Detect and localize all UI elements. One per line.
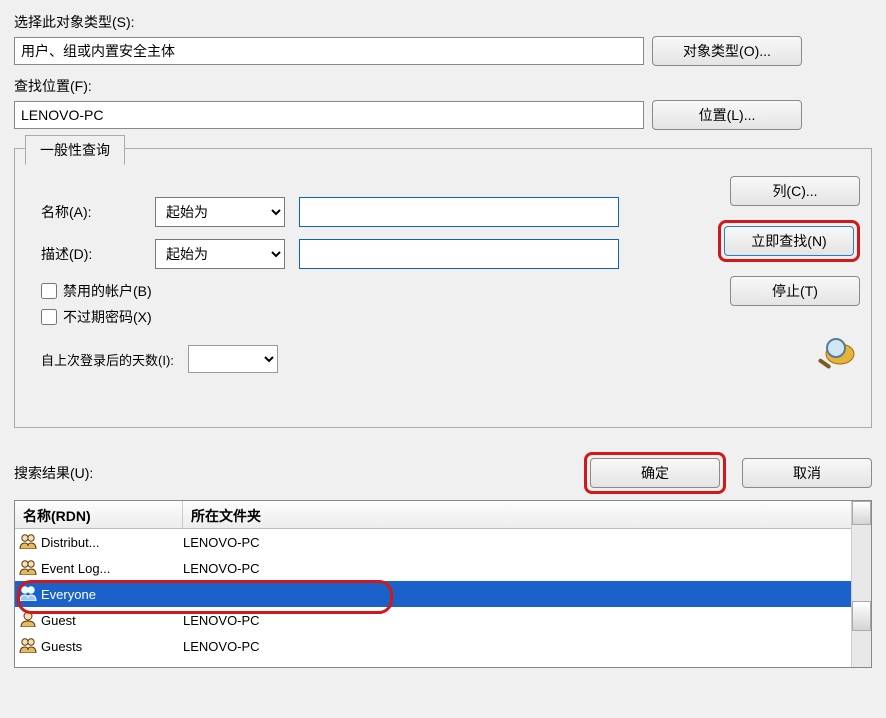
days-since-login-combo[interactable] <box>188 345 278 373</box>
scroll-up-icon[interactable] <box>852 501 871 525</box>
group-icon <box>19 585 37 604</box>
name-label: 名称(A): <box>41 202 141 222</box>
result-folder: LENOVO-PC <box>183 535 871 550</box>
search-results-label: 搜索结果(U): <box>14 463 568 483</box>
non-expiring-pw-label: 不过期密码(X) <box>63 307 152 327</box>
table-row[interactable]: Distribut... LENOVO-PC <box>15 529 871 555</box>
disabled-accounts-label: 禁用的帐户(B) <box>63 281 152 301</box>
days-since-login-label: 自上次登录后的天数(I): <box>41 350 174 369</box>
non-expiring-pw-checkbox[interactable] <box>41 309 57 325</box>
desc-input[interactable] <box>299 239 619 269</box>
stop-button[interactable]: 停止(T) <box>730 276 860 306</box>
table-row[interactable]: Guest LENOVO-PC <box>15 607 871 633</box>
result-name: Event Log... <box>41 561 110 576</box>
column-name-header[interactable]: 名称(RDN) <box>15 501 183 528</box>
lookup-location-label: 查找位置(F): <box>14 76 872 96</box>
object-types-button[interactable]: 对象类型(O)... <box>652 36 802 66</box>
table-row[interactable]: Event Log... LENOVO-PC <box>15 555 871 581</box>
group-icon <box>19 559 37 578</box>
object-type-label: 选择此对象类型(S): <box>14 12 872 32</box>
table-row[interactable]: Guests LENOVO-PC <box>15 633 871 659</box>
object-type-field[interactable]: 用户、组或内置安全主体 <box>14 37 644 65</box>
column-folder-header[interactable]: 所在文件夹 <box>183 501 871 528</box>
desc-match-combo[interactable]: 起始为 <box>155 239 285 269</box>
scroll-thumb[interactable] <box>852 601 871 631</box>
group-icon <box>19 637 37 656</box>
columns-button[interactable]: 列(C)... <box>730 176 860 206</box>
location-field[interactable]: LENOVO-PC <box>14 101 644 129</box>
desc-label: 描述(D): <box>41 244 141 264</box>
right-button-column: 列(C)... 立即查找(N) 停止(T) <box>718 176 860 372</box>
result-name: Distribut... <box>41 535 100 550</box>
locations-button[interactable]: 位置(L)... <box>652 100 802 130</box>
user-icon <box>19 611 37 630</box>
ok-button[interactable]: 确定 <box>590 458 720 488</box>
result-name: Guest <box>41 613 76 628</box>
results-scrollbar[interactable] <box>851 501 871 667</box>
results-header: 名称(RDN) 所在文件夹 <box>15 501 871 529</box>
ok-highlight: 确定 <box>584 452 726 494</box>
name-match-combo[interactable]: 起始为 <box>155 197 285 227</box>
find-now-highlight: 立即查找(N) <box>718 220 860 262</box>
result-name: Everyone <box>41 587 96 602</box>
result-folder: LENOVO-PC <box>183 639 871 654</box>
result-folder: LENOVO-PC <box>183 613 871 628</box>
name-input[interactable] <box>299 197 619 227</box>
disabled-accounts-checkbox[interactable] <box>41 283 57 299</box>
find-now-button[interactable]: 立即查找(N) <box>724 226 854 256</box>
cancel-button[interactable]: 取消 <box>742 458 872 488</box>
results-list[interactable]: 名称(RDN) 所在文件夹 Distribut...LENOVO-PCEvent… <box>14 500 872 668</box>
select-principal-dialog: 选择此对象类型(S): 用户、组或内置安全主体 对象类型(O)... 查找位置(… <box>0 0 886 718</box>
result-name: Guests <box>41 639 82 654</box>
find-icon <box>800 332 860 372</box>
result-folder: LENOVO-PC <box>183 561 871 576</box>
table-row[interactable]: Everyone <box>15 581 871 607</box>
group-icon <box>19 533 37 552</box>
general-query-tab[interactable]: 一般性查询 <box>25 135 125 165</box>
